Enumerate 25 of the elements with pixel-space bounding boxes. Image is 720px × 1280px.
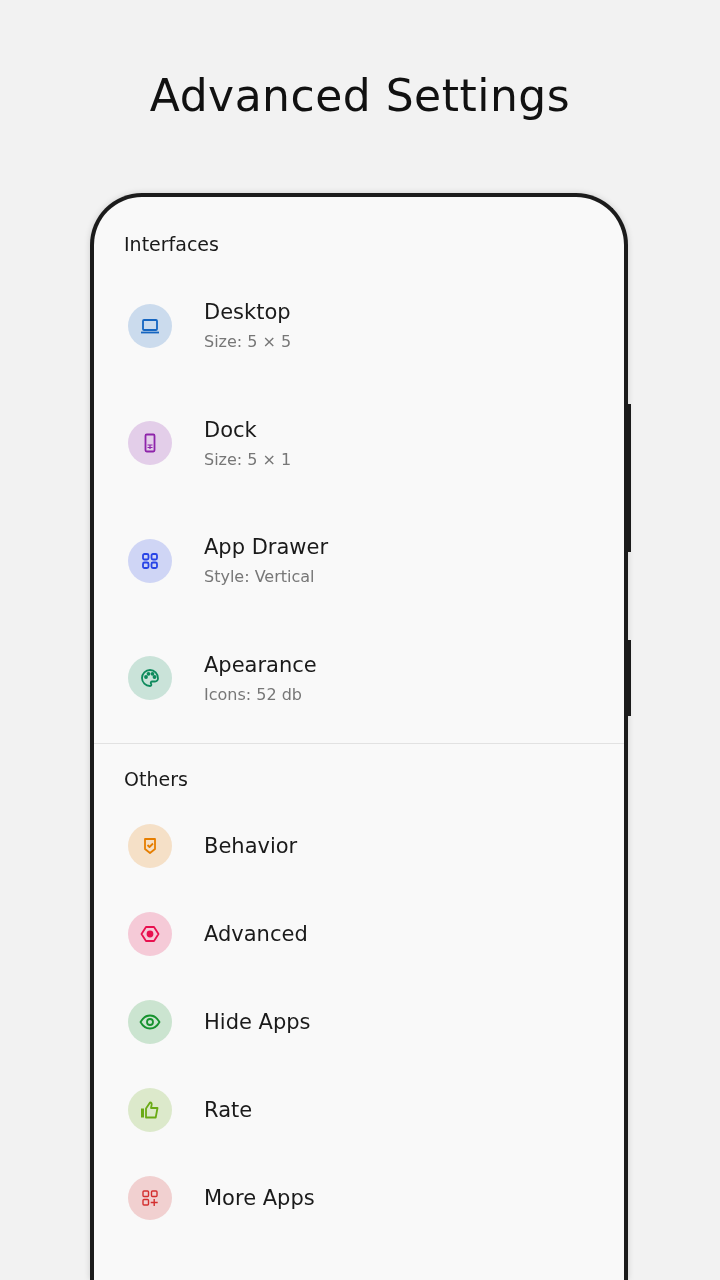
settings-item[interactable]: Dock Size: 5 × 1 bbox=[94, 384, 624, 502]
settings-item[interactable]: Advanced bbox=[94, 890, 624, 978]
item-title: More Apps bbox=[204, 1186, 315, 1210]
item-subtitle: Icons: 52 db bbox=[204, 684, 303, 704]
section-header: Interfaces bbox=[123, 233, 220, 255]
item-title: Rate bbox=[204, 1098, 253, 1122]
item-title: Dock bbox=[204, 417, 258, 442]
settings-item[interactable]: App Drawer Style: Vertical bbox=[94, 502, 624, 620]
item-title: Apearance bbox=[204, 652, 317, 677]
item-subtitle: Size: 5 × 5 bbox=[204, 332, 292, 352]
item-title: App Drawer bbox=[204, 535, 329, 560]
item-subtitle: Size: 5 × 1 bbox=[204, 449, 292, 469]
settings-item[interactable]: Hide Apps bbox=[94, 978, 624, 1066]
settings-item[interactable]: More Apps bbox=[94, 1154, 624, 1242]
item-title: Advanced bbox=[204, 922, 308, 946]
settings-item[interactable]: Apearance Icons: 52 db bbox=[94, 619, 624, 737]
settings-item[interactable]: Desktop Size: 5 × 5 bbox=[94, 267, 624, 385]
section-header: Others bbox=[123, 768, 189, 790]
item-title: Desktop bbox=[204, 300, 292, 325]
item-title: Behavior bbox=[204, 834, 298, 858]
item-subtitle: Style: Vertical bbox=[204, 567, 316, 587]
item-title: Hide Apps bbox=[204, 1010, 311, 1034]
page-title: Advanced Settings bbox=[149, 69, 571, 123]
settings-item[interactable]: Behavior bbox=[94, 802, 624, 890]
settings-item[interactable]: Rate bbox=[94, 1066, 624, 1154]
